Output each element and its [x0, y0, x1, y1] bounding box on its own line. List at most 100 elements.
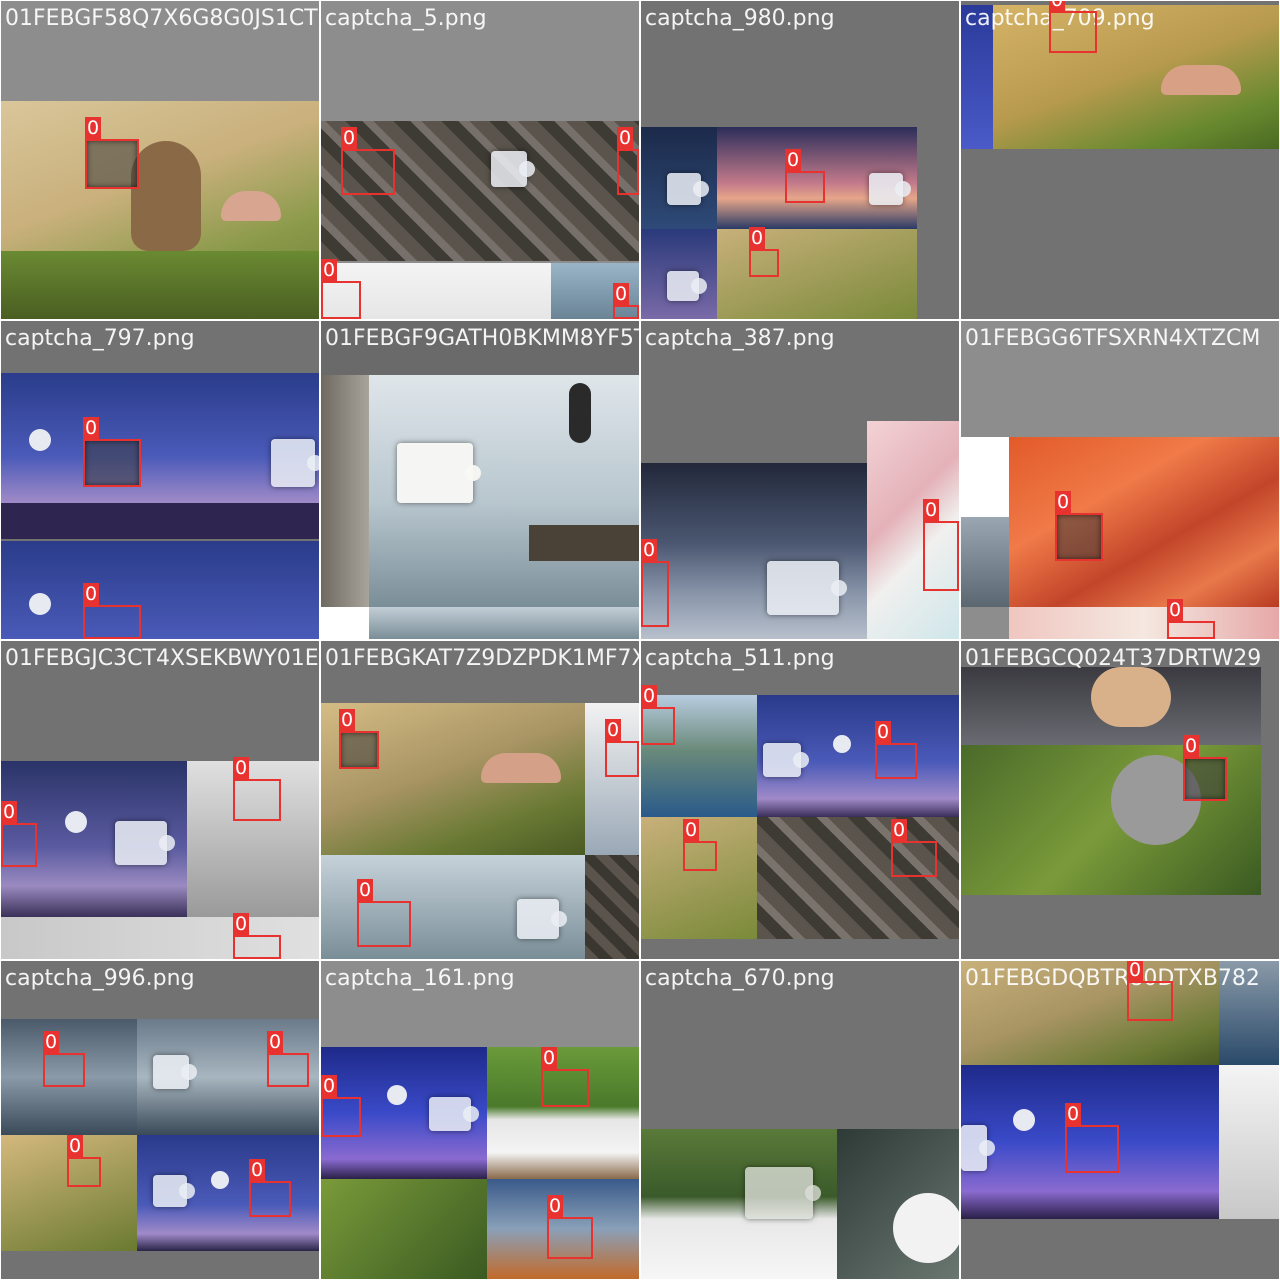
grid-tile: 01FEBGJC3CT4XSEKBWY01EMBGK.png 0 0 0 [1, 641, 319, 959]
detection-box: 0 [339, 709, 379, 769]
grid-tile: captcha_980.png 0 0 [641, 1, 959, 319]
puzzle-piece [869, 173, 911, 205]
cake-image [1009, 607, 1279, 639]
puzzle-piece [491, 151, 535, 187]
white-image [961, 437, 1009, 517]
detection-box: 0 [233, 913, 281, 959]
grid-tile: 01FEBGDQBTR80DTXB782 0 0 [961, 961, 1279, 1279]
detection-box: 0 [541, 1047, 589, 1107]
detection-label: 0 [83, 583, 100, 605]
detection-box: 0 [67, 1135, 101, 1187]
tile-filename: captcha_980.png [645, 6, 835, 31]
detection-label: 0 [357, 879, 374, 901]
koala-image [321, 1179, 487, 1279]
tile-filename: captcha_670.png [645, 966, 835, 991]
detection-label: 0 [875, 721, 892, 743]
detection-label: 0 [339, 709, 356, 731]
detection-label: 0 [1127, 961, 1144, 981]
detection-label: 0 [617, 127, 634, 149]
detection-box: 0 [43, 1031, 85, 1087]
detection-label: 0 [1049, 1, 1066, 11]
grid-tile: captcha_511.png 0 0 0 0 [641, 641, 959, 959]
chipmunk-image [1, 101, 319, 319]
detection-box: 0 [613, 283, 639, 319]
detection-box: 0 [83, 583, 141, 639]
tile-filename: captcha_5.png [325, 6, 487, 31]
detection-box: 0 [1065, 1103, 1119, 1173]
puzzle-piece [667, 173, 709, 205]
detection-box: 0 [605, 719, 639, 777]
tile-filename: 01FEBGKAT7Z9DZPDK1MF7XCQHR.png [325, 646, 639, 671]
grid-tile: captcha_387.png 0 0 [641, 321, 959, 639]
detection-label: 0 [1, 801, 18, 823]
detection-box: 0 [891, 819, 937, 877]
red-canyon-image [1009, 437, 1279, 607]
detection-label: 0 [321, 1075, 338, 1097]
bulldog-image [961, 667, 1261, 745]
detection-label: 0 [1065, 1103, 1082, 1125]
detection-box: 0 [233, 757, 281, 821]
sea-rocks-image [961, 517, 1009, 607]
puzzle-piece [667, 271, 707, 301]
detection-label: 0 [1167, 599, 1184, 621]
tile-filename: 01FEBGJC3CT4XSEKBWY01EMBGK.png [5, 646, 319, 671]
couple-starry-image [1, 541, 319, 639]
chipmunk-image [321, 703, 585, 855]
detection-box: 0 [1049, 1, 1097, 53]
detection-box: 0 [683, 819, 717, 871]
detection-box: 0 [357, 879, 411, 947]
puzzle-piece [115, 821, 175, 865]
puzzle-piece [961, 1125, 995, 1171]
tile-filename: 01FEBGG6TFSXRN4XTZCM [965, 326, 1261, 351]
puzzle-piece [517, 899, 567, 939]
grid-tile: captcha_996.png 0 0 0 0 [1, 961, 319, 1279]
detection-box: 0 [85, 117, 139, 189]
puzzle-piece [745, 1167, 821, 1219]
detection-box: 0 [267, 1031, 309, 1087]
cormorant-image [369, 607, 639, 639]
white-strip [321, 607, 369, 639]
tile-filename: 01FEBGDQBTR80DTXB782 [965, 966, 1260, 991]
detection-label: 0 [249, 1159, 266, 1181]
detection-box: 0 [249, 1159, 291, 1217]
detection-box: 0 [641, 539, 669, 627]
puzzle-piece [153, 1175, 195, 1207]
puzzle-piece [429, 1097, 479, 1131]
daisy-image [837, 1129, 959, 1279]
tile-filename: 01FEBGF58Q7X6G8G0JS1CT5X3K.png [5, 6, 319, 31]
tile-filename: captcha_387.png [645, 326, 835, 351]
tile-filename: captcha_797.png [5, 326, 195, 351]
detection-label: 0 [641, 685, 658, 707]
puzzle-piece [397, 443, 481, 503]
detection-box: 0 [83, 417, 141, 487]
detection-box: 0 [875, 721, 917, 779]
detection-label: 0 [43, 1031, 60, 1053]
detection-label: 0 [341, 127, 358, 149]
grid-tile: 01FEBGCQ024T37DRTW29 0 [961, 641, 1279, 959]
type-blocks-image [757, 817, 959, 939]
grid-tile: captcha_797.png 0 0 [1, 321, 319, 639]
detection-label: 0 [233, 913, 250, 935]
detection-box: 0 [321, 1075, 361, 1137]
grid-tile: 01FEBGF58Q7X6G8G0JS1CT5X3K.png 0 [1, 1, 319, 319]
detection-label: 0 [749, 227, 766, 249]
grid-tile: captcha_5.png 0 0 0 0 [321, 1, 639, 319]
detection-box: 0 [1, 801, 37, 867]
detection-label: 0 [267, 1031, 284, 1053]
grid-tile: captcha_709.png 0 [961, 1, 1279, 319]
image-grid: 01FEBGF58Q7X6G8G0JS1CT5X3K.png 0 captcha… [0, 0, 1280, 1280]
detection-box: 0 [749, 227, 779, 277]
puzzle-piece [763, 743, 809, 777]
puzzle-piece [767, 561, 847, 615]
tree-trunk-image [321, 375, 369, 607]
grid-tile: captcha_161.png 0 0 0 [321, 961, 639, 1279]
detection-label: 0 [605, 719, 622, 741]
detection-box: 0 [785, 149, 825, 203]
detection-box: 0 [341, 127, 395, 195]
tile-filename: captcha_996.png [5, 966, 195, 991]
tile-filename: 01FEBGCQ024T37DRTW29 [965, 646, 1262, 671]
detection-label: 0 [785, 149, 802, 171]
grid-tile: 01FEBGG6TFSXRN4XTZCM 0 0 [961, 321, 1279, 639]
detection-box: 0 [1183, 735, 1227, 801]
detection-box: 0 [617, 127, 639, 195]
